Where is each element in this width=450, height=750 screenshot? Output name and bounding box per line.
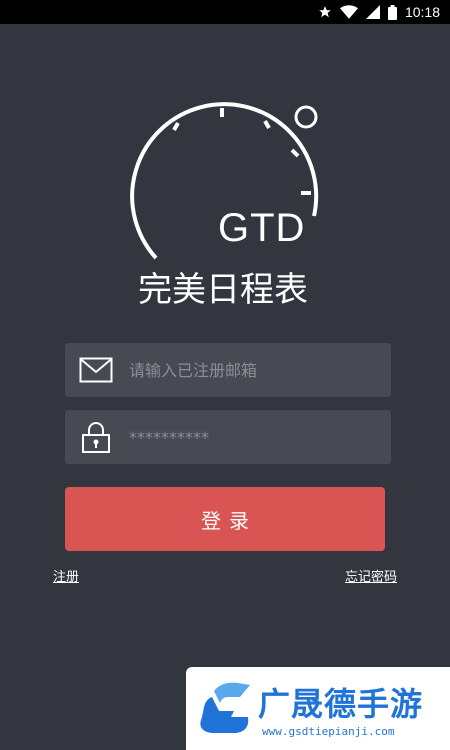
logo-mark: GTD: [218, 206, 306, 250]
mail-icon: [65, 343, 127, 397]
email-input[interactable]: [127, 343, 391, 397]
watermark: 广晟德手游 www.gsdtiepianji.com: [186, 667, 450, 750]
status-time: 10:18: [404, 4, 440, 20]
lock-icon: [65, 410, 127, 464]
email-field[interactable]: [65, 343, 391, 397]
status-bar: 10:18: [0, 0, 450, 24]
login-button[interactable]: 登录: [65, 487, 385, 551]
app-name: 完美日程表: [138, 270, 308, 310]
watermark-logo-icon: [200, 682, 250, 733]
password-input[interactable]: [127, 410, 391, 464]
battery-icon: [387, 4, 397, 20]
register-link[interactable]: 注册: [53, 566, 79, 585]
signal-icon: [365, 5, 380, 19]
password-field[interactable]: [65, 410, 391, 464]
star-icon: [318, 5, 332, 19]
forgot-password-link[interactable]: 忘记密码: [345, 566, 397, 585]
watermark-name: 广晟德手游: [258, 685, 424, 723]
wifi-icon: [339, 5, 358, 19]
watermark-url: www.gsdtiepianji.com: [262, 725, 395, 738]
